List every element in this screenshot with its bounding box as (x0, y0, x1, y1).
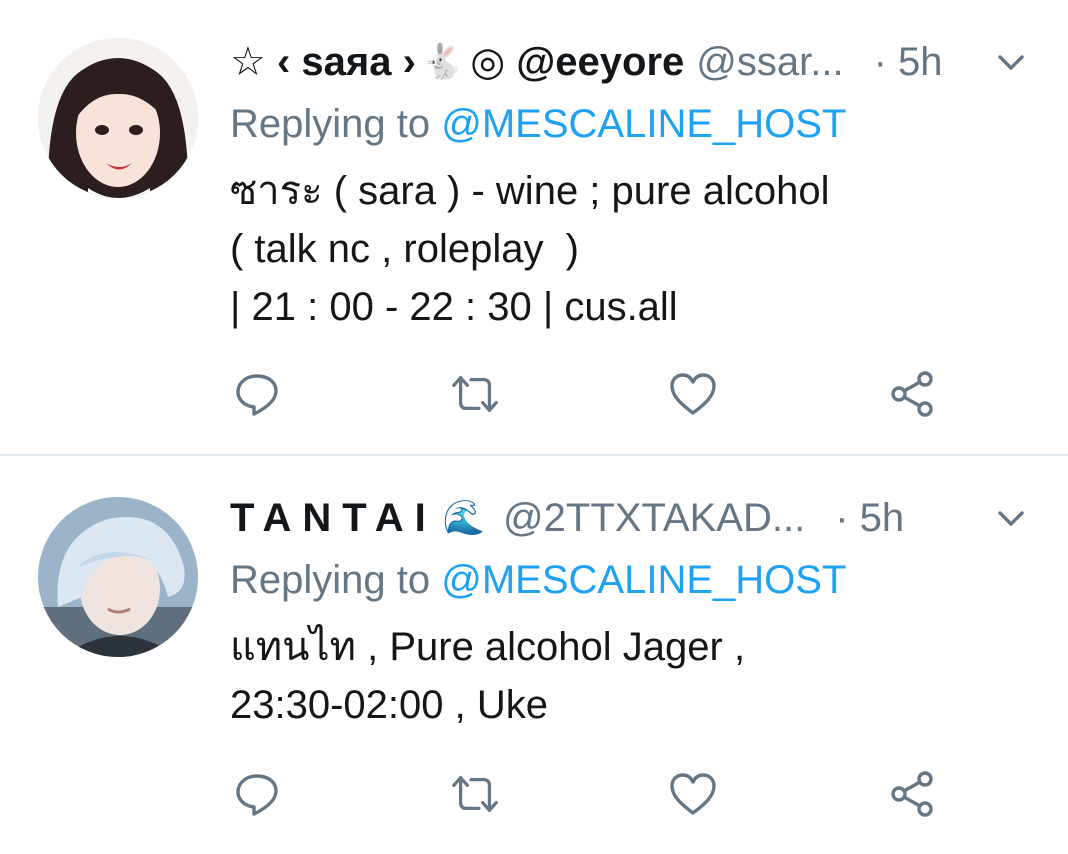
reply-icon (236, 374, 278, 416)
retweet-button[interactable] (450, 367, 500, 421)
reply-icon (236, 774, 278, 816)
mention-link[interactable]: @MESCALINE_HOST (441, 102, 846, 146)
chevron-down-icon[interactable] (994, 500, 1028, 545)
reply-button[interactable] (232, 767, 282, 821)
wave-emoji-icon: 🌊 (442, 499, 486, 537)
share-icon (891, 371, 933, 417)
replying-to-prefix: Replying to (230, 102, 442, 146)
avatar[interactable] (38, 38, 198, 198)
retweet-icon (452, 776, 498, 812)
display-name-suffix[interactable]: ◎ @eeyore (470, 39, 684, 85)
heart-icon (670, 373, 716, 415)
display-name[interactable]: ☆ ‹ saяa › (230, 39, 416, 85)
retweet-button[interactable] (450, 767, 500, 821)
chevron-down-icon[interactable] (994, 44, 1028, 89)
like-button[interactable] (668, 367, 718, 421)
avatar[interactable] (38, 497, 198, 657)
replying-to-prefix: Replying to (230, 558, 442, 602)
replying-to: Replying to @MESCALINE_HOST (230, 558, 846, 603)
avatar-photo-woman-icon (38, 38, 198, 198)
tweet-body: แทนไท , Pure alcohol Jager , 23:30-02:00… (230, 625, 746, 727)
like-button[interactable] (668, 767, 718, 821)
tweet-header: TANTAI 🌊 @2TTXTAKAD... · 5h (230, 488, 1048, 548)
replying-to: Replying to @MESCALINE_HOST (230, 102, 846, 147)
user-handle[interactable]: @2TTXTAKAD... (503, 496, 805, 541)
display-name[interactable]: TANTAI (230, 496, 437, 541)
tweet-body: ซาระ ( sara ) - wine ; pure alcohol ( ta… (230, 169, 830, 329)
timestamp[interactable]: · 5h (874, 40, 943, 85)
share-button[interactable] (888, 367, 938, 421)
reply-button[interactable] (232, 367, 282, 421)
retweet-icon (452, 376, 498, 412)
tweet-actions (232, 367, 952, 421)
tweet-header: ☆ ‹ saяa › 🐇 ◎ @eeyore @ssar... · 5h (230, 32, 1048, 92)
user-handle[interactable]: @ssar... (696, 40, 843, 85)
tweet[interactable]: TANTAI 🌊 @2TTXTAKAD... · 5h Replying to … (0, 456, 1068, 854)
share-icon (891, 771, 933, 817)
timestamp[interactable]: · 5h (835, 496, 904, 541)
avatar-photo-man-icon (38, 497, 198, 657)
rabbit-emoji-icon: 🐇 (421, 43, 465, 81)
share-button[interactable] (888, 767, 938, 821)
tweet-actions (232, 767, 952, 821)
mention-link[interactable]: @MESCALINE_HOST (441, 558, 846, 602)
tweet[interactable]: ☆ ‹ saяa › 🐇 ◎ @eeyore @ssar... · 5h Rep… (0, 0, 1068, 455)
heart-icon (670, 773, 716, 815)
